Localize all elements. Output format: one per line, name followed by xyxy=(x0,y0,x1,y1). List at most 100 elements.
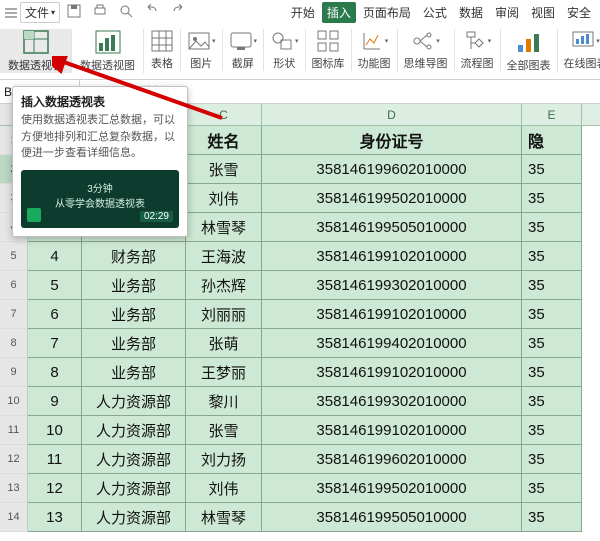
cell[interactable]: 10 xyxy=(28,416,82,445)
cell[interactable]: 11 xyxy=(28,445,82,474)
cell-extra[interactable]: 35 xyxy=(522,416,582,445)
col-d[interactable]: D xyxy=(262,104,522,125)
cell-name[interactable]: 张萌 xyxy=(186,329,262,358)
row-header[interactable]: 8 xyxy=(0,329,28,358)
ribbon-allcharts[interactable]: 全部图表 xyxy=(501,29,558,73)
cell-id[interactable]: 358146199505010000 xyxy=(262,213,522,242)
cell[interactable]: 7 xyxy=(28,329,82,358)
qat-save-icon[interactable] xyxy=(62,2,86,23)
tab-formula[interactable]: 公式 xyxy=(418,2,452,23)
ribbon-table[interactable]: 表格 xyxy=(144,29,181,71)
cell-extra[interactable]: 35 xyxy=(522,503,582,532)
cell-dept[interactable]: 业务部 xyxy=(82,329,186,358)
cell-name[interactable]: 黎川 xyxy=(186,387,262,416)
cell-dept[interactable]: 人力资源部 xyxy=(82,474,186,503)
row-header[interactable]: 9 xyxy=(0,358,28,387)
hdr-id[interactable]: 身份证号 xyxy=(262,126,522,155)
cell-dept[interactable]: 业务部 xyxy=(82,271,186,300)
ribbon-function-chart[interactable]: ▾ 功能图 xyxy=(352,29,398,71)
cell-id[interactable]: 358146199502010000 xyxy=(262,184,522,213)
cell-id[interactable]: 358146199602010000 xyxy=(262,155,522,184)
cell-extra[interactable]: 35 xyxy=(522,184,582,213)
cell-extra[interactable]: 35 xyxy=(522,474,582,503)
file-menu[interactable]: 文件 ▾ xyxy=(20,2,60,23)
ribbon-mindmap[interactable]: ▾ 思维导图 xyxy=(398,29,455,71)
cell-id[interactable]: 358146199402010000 xyxy=(262,329,522,358)
cell-name[interactable]: 孙杰辉 xyxy=(186,271,262,300)
cell-name[interactable]: 刘力扬 xyxy=(186,445,262,474)
cell-dept[interactable]: 人力资源部 xyxy=(82,387,186,416)
ribbon-picture[interactable]: ▾ 图片 xyxy=(181,29,223,71)
cell-dept[interactable]: 业务部 xyxy=(82,358,186,387)
cell[interactable]: 13 xyxy=(28,503,82,532)
row-header[interactable]: 10 xyxy=(0,387,28,416)
tab-security[interactable]: 安全 xyxy=(562,2,596,23)
hdr-name[interactable]: 姓名 xyxy=(186,126,262,155)
cell-id[interactable]: 358146199102010000 xyxy=(262,300,522,329)
cell-dept[interactable]: 人力资源部 xyxy=(82,445,186,474)
cell-extra[interactable]: 35 xyxy=(522,155,582,184)
cell-id[interactable]: 358146199302010000 xyxy=(262,271,522,300)
cell-name[interactable]: 刘伟 xyxy=(186,184,262,213)
col-c[interactable]: C xyxy=(186,104,262,125)
row-header[interactable]: 5 xyxy=(0,242,28,271)
cell[interactable]: 4 xyxy=(28,242,82,271)
cell-name[interactable]: 王梦丽 xyxy=(186,358,262,387)
cell-id[interactable]: 358146199302010000 xyxy=(262,387,522,416)
tab-review[interactable]: 审阅 xyxy=(490,2,524,23)
cell-name[interactable]: 林雪琴 xyxy=(186,213,262,242)
cell-extra[interactable]: 35 xyxy=(522,271,582,300)
cell-id[interactable]: 358146199102010000 xyxy=(262,358,522,387)
tab-start[interactable]: 开始 xyxy=(286,2,320,23)
cell-id[interactable]: 358146199102010000 xyxy=(262,242,522,271)
tab-pagelayout[interactable]: 页面布局 xyxy=(358,2,416,23)
row-header[interactable]: 13 xyxy=(0,474,28,503)
ribbon-shapes[interactable]: ▾ 形状 xyxy=(264,29,306,71)
cell-dept[interactable]: 人力资源部 xyxy=(82,503,186,532)
cell-extra[interactable]: 35 xyxy=(522,300,582,329)
cell[interactable]: 12 xyxy=(28,474,82,503)
cell-dept[interactable]: 人力资源部 xyxy=(82,416,186,445)
cell-name[interactable]: 刘伟 xyxy=(186,474,262,503)
cell[interactable]: 9 xyxy=(28,387,82,416)
qat-print-icon[interactable] xyxy=(88,2,112,23)
menu-icon[interactable] xyxy=(4,7,18,19)
qat-undo-icon[interactable] xyxy=(140,2,164,23)
cell-dept[interactable]: 业务部 xyxy=(82,300,186,329)
ribbon-pivot-chart[interactable]: 数据透视图 xyxy=(72,29,144,73)
ribbon-online-chart[interactable]: ▾ 在线图表 xyxy=(558,29,600,71)
ribbon-pivot-table[interactable]: 数据透视表 xyxy=(0,29,72,73)
cell[interactable]: 8 xyxy=(28,358,82,387)
cell-id[interactable]: 358146199602010000 xyxy=(262,445,522,474)
cell-id[interactable]: 358146199102010000 xyxy=(262,416,522,445)
cell[interactable]: 6 xyxy=(28,300,82,329)
ribbon-flowchart[interactable]: ▾ 流程图 xyxy=(455,29,501,71)
row-header[interactable]: 11 xyxy=(0,416,28,445)
hdr-hide[interactable]: 隐 xyxy=(522,126,582,155)
cell-name[interactable]: 张雪 xyxy=(186,155,262,184)
cell-name[interactable]: 刘丽丽 xyxy=(186,300,262,329)
cell-name[interactable]: 王海波 xyxy=(186,242,262,271)
cell-extra[interactable]: 35 xyxy=(522,213,582,242)
tab-view[interactable]: 视图 xyxy=(526,2,560,23)
cell-name[interactable]: 张雪 xyxy=(186,416,262,445)
cell-id[interactable]: 358146199502010000 xyxy=(262,474,522,503)
cell-extra[interactable]: 35 xyxy=(522,387,582,416)
qat-preview-icon[interactable] xyxy=(114,2,138,23)
cell-extra[interactable]: 35 xyxy=(522,329,582,358)
tab-data[interactable]: 数据 xyxy=(454,2,488,23)
cell-extra[interactable]: 35 xyxy=(522,242,582,271)
row-header[interactable]: 12 xyxy=(0,445,28,474)
ribbon-iconlib[interactable]: 图标库 xyxy=(306,29,352,71)
row-header[interactable]: 6 xyxy=(0,271,28,300)
cell-dept[interactable]: 财务部 xyxy=(82,242,186,271)
cell-extra[interactable]: 35 xyxy=(522,358,582,387)
qat-redo-icon[interactable] xyxy=(166,2,190,23)
tooltip-video[interactable]: 3分钟 从零学会数据透视表 02:29 xyxy=(21,170,179,228)
cell[interactable]: 5 xyxy=(28,271,82,300)
col-e[interactable]: E xyxy=(522,104,582,125)
cell-extra[interactable]: 35 xyxy=(522,445,582,474)
tab-insert[interactable]: 插入 xyxy=(322,2,356,23)
cell-id[interactable]: 358146199505010000 xyxy=(262,503,522,532)
row-header[interactable]: 14 xyxy=(0,503,28,532)
